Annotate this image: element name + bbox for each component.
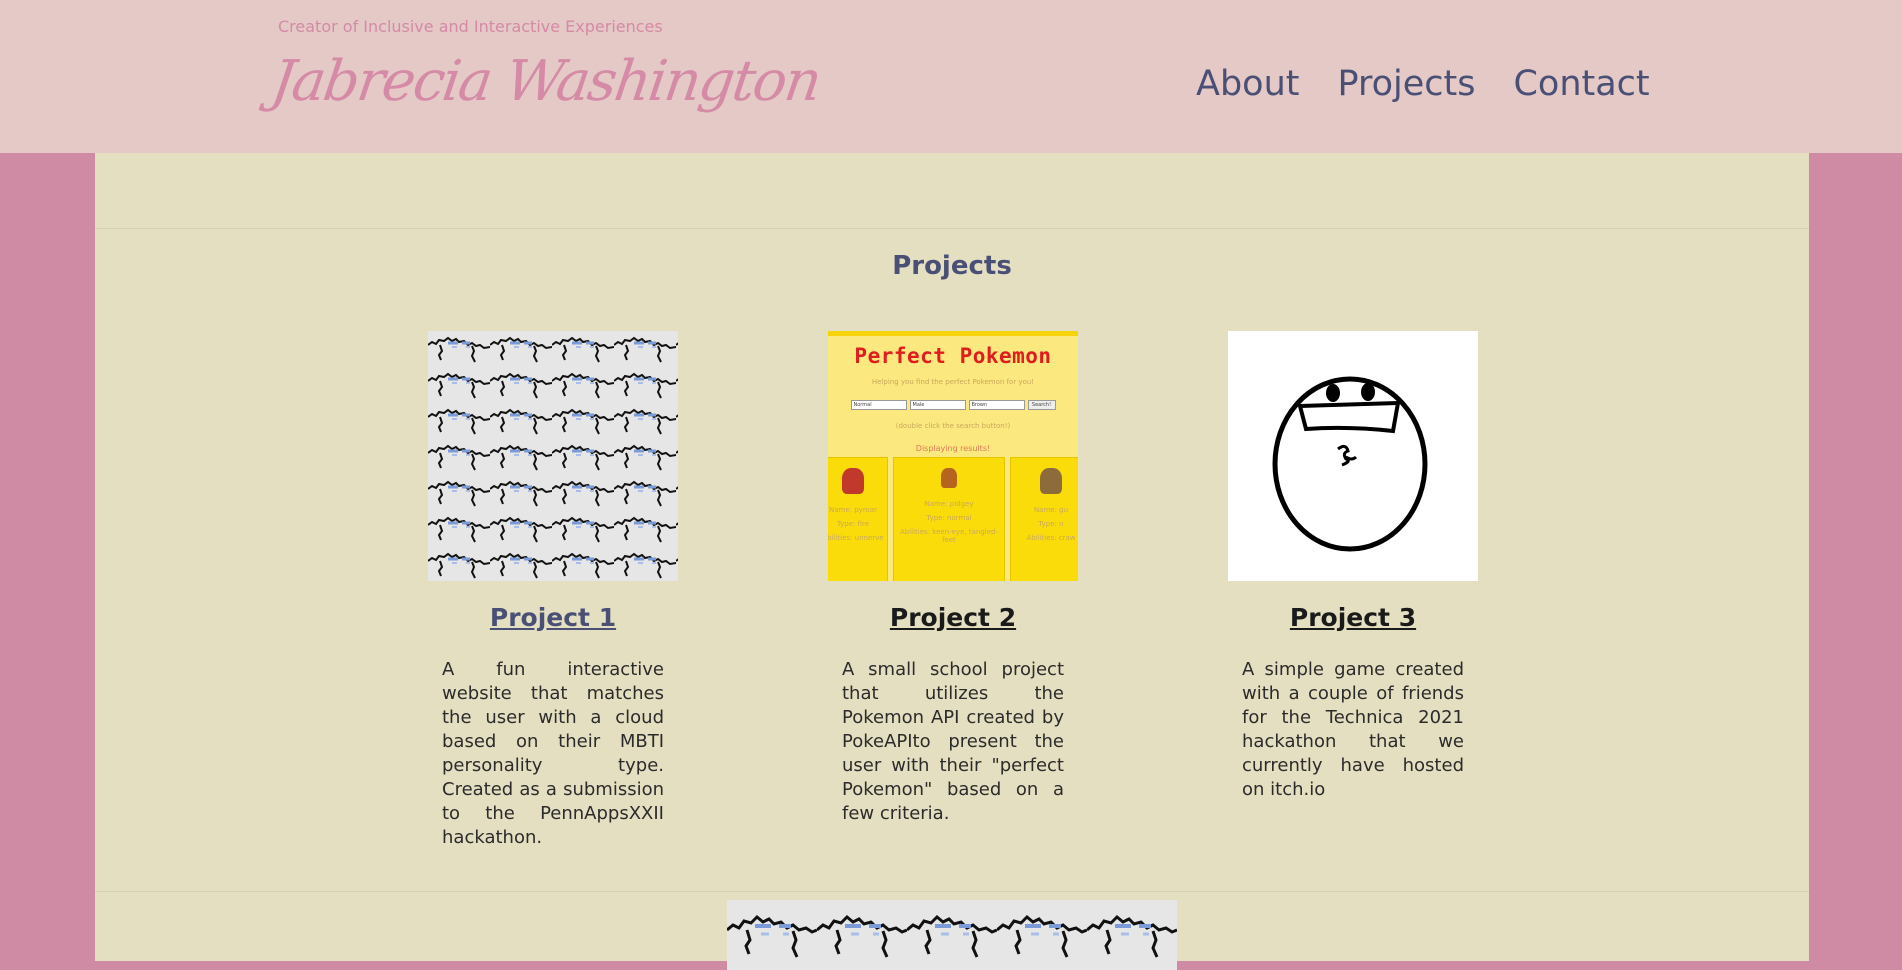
nav-projects-link[interactable]: Projects xyxy=(1337,62,1475,106)
pokemon-sprite xyxy=(1040,468,1062,494)
thumb-note: (double click the search button!) xyxy=(895,422,1011,430)
pokemon-name: Name: pidgey xyxy=(924,500,974,508)
pokemon-type: Type: normal xyxy=(926,514,972,522)
site-header: Creator of Inclusive and Interactive Exp… xyxy=(0,0,1902,153)
project-card-1: Project 1 A fun interactive website that… xyxy=(428,331,678,850)
nav-about-link[interactable]: About xyxy=(1196,62,1299,106)
pokemon-type: Type: n xyxy=(1038,520,1064,528)
site-logo-name[interactable]: Jabrecia Washington xyxy=(267,44,825,120)
thumb-result-cards: Name: pyroar Type: fire Abilities: unner… xyxy=(828,457,1078,581)
main-nav: About Projects Contact xyxy=(1196,62,1650,106)
nav-contact-link[interactable]: Contact xyxy=(1513,62,1649,106)
pokemon-abilities: Abilities: unnerve xyxy=(828,534,884,542)
thumb-search-button: Search! xyxy=(1027,400,1056,410)
project-1-link[interactable]: Project 1 xyxy=(428,603,678,632)
project-card-3: Project 3 A simple game created with a c… xyxy=(1228,331,1478,802)
game-character-image xyxy=(1272,376,1428,552)
thumb-filter-row: Normal Male Brown Search! xyxy=(828,400,1078,410)
project-1-thumbnail[interactable] xyxy=(428,331,678,581)
pokemon-abilities: Abilities: keen-eye, tangled-feet xyxy=(899,528,998,544)
pokemon-abilities: Abilities: craw xyxy=(1026,534,1076,542)
thumb-select-color: Brown xyxy=(968,400,1025,410)
pokemon-name: Name: pyroar xyxy=(829,506,877,514)
pokemon-sprite xyxy=(941,468,957,488)
site-tagline: Creator of Inclusive and Interactive Exp… xyxy=(278,17,663,36)
thumb-pokemon-card: Name: pyroar Type: fire Abilities: unner… xyxy=(828,457,888,581)
projects-heading: Projects xyxy=(892,251,1012,281)
thumb-pokemon-card: Name: pidgey Type: normal Abilities: kee… xyxy=(893,457,1005,581)
project-2-link[interactable]: Project 2 xyxy=(828,603,1078,632)
section-divider xyxy=(95,891,1809,892)
project-1-description: A fun interactive website that matches t… xyxy=(442,659,664,848)
cloud-pattern-image xyxy=(428,331,678,581)
project-card-2: Perfect Pokemon Helping you find the per… xyxy=(828,331,1078,826)
pokemon-name: Name: gu xyxy=(1033,506,1069,514)
section-divider xyxy=(95,228,1809,229)
thumb-title: Perfect Pokemon xyxy=(854,344,1052,368)
thumb-results-label: Displaying results! xyxy=(915,444,991,453)
project-2-description: A small school project that utilizes the… xyxy=(842,659,1064,824)
project-2-thumbnail[interactable]: Perfect Pokemon Helping you find the per… xyxy=(828,331,1078,581)
cloud-banner-pattern xyxy=(727,900,1177,970)
thumb-select-type: Normal xyxy=(850,400,907,410)
bottom-banner-image xyxy=(727,900,1177,970)
project-3-description: A simple game created with a couple of f… xyxy=(1242,659,1464,800)
thumb-select-gender: Male xyxy=(909,400,966,410)
thumb-pokemon-card: Name: gu Type: n Abilities: craw xyxy=(1010,457,1078,581)
pokemon-type: Type: fire xyxy=(836,520,870,528)
thumb-top-bar xyxy=(828,331,1078,336)
pokemon-sprite xyxy=(842,468,864,494)
thumb-subtitle: Helping you find the perfect Pokemon for… xyxy=(871,378,1035,386)
project-3-link[interactable]: Project 3 xyxy=(1228,603,1478,632)
main-content: Projects Project 1 A fun interactive web… xyxy=(95,153,1809,970)
project-3-thumbnail[interactable] xyxy=(1228,331,1478,581)
